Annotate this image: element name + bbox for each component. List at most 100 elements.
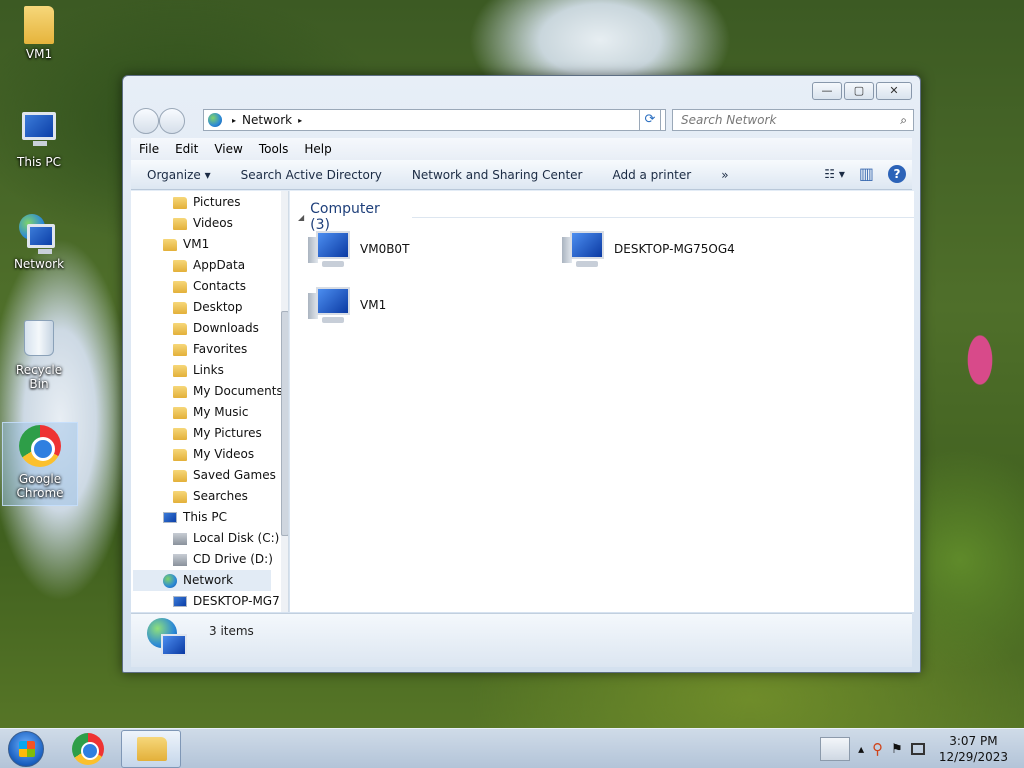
user-folder-icon [24,6,54,44]
nav-item-desktop[interactable]: Desktop [173,297,243,318]
nav-item-desktop-mg7[interactable]: DESKTOP-MG7 [173,591,280,612]
nav-item-my-music[interactable]: My Music [173,402,248,423]
nav-item-searches[interactable]: Searches [173,486,248,507]
breadcrumb-arrow-icon[interactable]: ▸ [232,116,236,125]
navigation-pane: Pictures Videos VM1 AppData Contacts Des… [131,191,289,612]
nav-item-label: Network [183,573,234,587]
nav-item-my-documents[interactable]: My Documents [173,381,283,402]
pen-tablet-icon[interactable] [820,737,851,761]
nav-item-label: Desktop [193,300,243,314]
music-folder-icon [173,406,187,419]
nav-item-links[interactable]: Links [173,360,224,381]
menu-view[interactable]: View [214,142,242,156]
nav-item-label: My Music [193,405,249,419]
menu-tools[interactable]: Tools [259,142,289,156]
nav-item-label: Pictures [193,195,241,209]
computer-icon [308,285,352,325]
nav-scrollbar-thumb[interactable] [281,311,288,536]
window-controls: — ▢ ✕ [812,82,912,100]
nav-item-label: Searches [193,489,248,503]
nav-item-label: My Pictures [193,426,262,440]
help-icon[interactable]: ? [888,164,906,183]
recycle-bin-icon [19,320,59,360]
clock[interactable]: 3:07 PM 12/29/2023 [939,733,1008,765]
desktop-icon-google-chrome[interactable]: Google Chrome [2,422,78,506]
nav-item-network[interactable]: Network [133,570,271,591]
taskbar-explorer-icon[interactable] [121,730,181,768]
breadcrumb-arrow-icon[interactable]: ▸ [298,116,302,125]
address-bar[interactable]: ▸ Network ▸ ▼ [203,109,666,131]
add-printer-button[interactable]: Add a printer [612,168,691,182]
nav-item-label: This PC [183,510,227,524]
nav-item-contacts[interactable]: Contacts [173,276,246,297]
menu-edit[interactable]: Edit [175,142,198,156]
search-icon[interactable]: ⚲ [872,740,883,758]
pictures-folder-icon [173,196,187,209]
downloads-folder-icon [173,322,187,335]
games-folder-icon [173,469,187,482]
group-divider [411,216,914,218]
computer-item[interactable]: DESKTOP-MG75OG4 [562,229,735,269]
disk-drive-icon [173,532,187,545]
favorites-folder-icon [173,343,187,356]
preview-pane-button[interactable]: ▥ [859,164,874,183]
nav-item-vm1[interactable]: VM1 [163,234,209,255]
nav-item-downloads[interactable]: Downloads [173,318,259,339]
computer-name: DESKTOP-MG75OG4 [614,242,735,256]
organize-button[interactable]: Organize ▾ [147,168,211,182]
nav-item-favorites[interactable]: Favorites [173,339,247,360]
nav-scrollbar[interactable] [281,191,288,612]
nav-item-my-pictures[interactable]: My Pictures [173,423,262,444]
menu-file[interactable]: File [139,142,159,156]
more-commands-button[interactable]: » [721,168,728,182]
cd-drive-icon [173,553,187,566]
show-hidden-icons-button[interactable]: ▴ [858,742,864,756]
pictures-folder-icon [173,427,187,440]
nav-item-my-videos[interactable]: My Videos [173,444,254,465]
computer-item[interactable]: VM0B0T [308,229,409,269]
back-button[interactable] [133,108,159,134]
forward-button[interactable] [159,108,185,134]
views-button[interactable]: ☷ ▾ [824,167,845,181]
nav-item-label: DESKTOP-MG7 [193,594,280,608]
close-button[interactable]: ✕ [876,82,912,100]
desktop-icon-label: Google Chrome [16,472,64,500]
action-center-flag-icon[interactable]: ⚑ [891,742,903,757]
computer-item[interactable]: VM1 [308,285,386,325]
address-row: ▸ Network ▸ ▼ ⟳ Search Network ⌕ [131,107,914,134]
breadcrumb-network[interactable]: Network [242,113,292,127]
network-small-icon [208,113,222,127]
nav-item-this-pc[interactable]: This PC [163,507,227,528]
nav-item-pictures[interactable]: Pictures [173,192,241,213]
folder-icon [173,259,187,272]
nav-item-local-disk[interactable]: Local Disk (C:) [173,528,279,549]
minimize-button[interactable]: — [812,82,842,100]
clock-time: 3:07 PM [949,734,998,748]
search-input[interactable]: Search Network ⌕ [672,109,914,131]
search-icon[interactable]: ⌕ [900,110,907,130]
desktop-icon-recycle-bin[interactable]: Recycle Bin [6,320,72,391]
start-button[interactable] [8,731,44,767]
nav-item-videos[interactable]: Videos [173,213,233,234]
refresh-button[interactable]: ⟳ [639,109,661,131]
desktop-icon-network[interactable]: Network [6,214,72,282]
user-folder-icon [163,238,177,251]
searches-folder-icon [173,490,187,503]
taskbar-chrome-icon[interactable] [72,733,104,765]
desktop-icon-vm1[interactable]: VM1 [6,6,72,74]
maximize-button[interactable]: ▢ [844,82,874,100]
nav-item-cd-drive[interactable]: CD Drive (D:) [173,549,273,570]
search-active-directory-button[interactable]: Search Active Directory [241,168,382,182]
nav-item-label: Links [193,363,224,377]
search-placeholder: Search Network [681,113,777,127]
menu-help[interactable]: Help [304,142,331,156]
nav-item-saved-games[interactable]: Saved Games [173,465,276,486]
network-tray-icon[interactable] [910,743,925,755]
nav-item-appdata[interactable]: AppData [173,255,245,276]
clock-date: 12/29/2023 [938,750,1008,764]
desktop-icon-label: VM1 [25,47,53,61]
nav-item-label: Downloads [193,321,259,335]
network-sharing-center-button[interactable]: Network and Sharing Center [412,168,583,182]
desktop-icon-this-pc[interactable]: This PC [6,112,72,178]
collapse-arrow-icon[interactable]: ◢ [298,213,304,222]
